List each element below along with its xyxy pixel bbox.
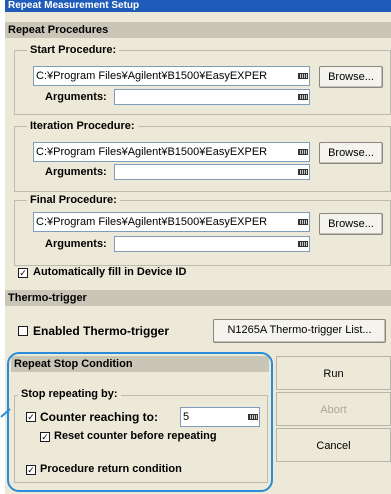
repeat-procedures-header: Repeat Procedures [5, 22, 391, 38]
iteration-procedure-path-input[interactable]: C:¥Program Files¥Agilent¥B1500¥EasyEXPER [33, 142, 310, 162]
final-arguments-label: Arguments: [45, 238, 107, 250]
start-arguments-label: Arguments: [45, 91, 107, 103]
start-procedure-legend: Start Procedure: [27, 44, 120, 56]
cancel-button[interactable]: Cancel [276, 428, 391, 462]
thermo-enabled-label: Enabled Thermo-trigger [33, 324, 170, 338]
final-browse-button[interactable]: Browse... [319, 213, 383, 235]
iteration-procedure-legend: Iteration Procedure: [27, 120, 138, 132]
pointer-arrow-icon [0, 408, 11, 418]
autofill-label: Automatically fill in Device ID [33, 266, 187, 278]
final-procedure-path-input[interactable]: C:¥Program Files¥Agilent¥B1500¥EasyEXPER [33, 212, 310, 232]
final-arguments-input[interactable] [114, 236, 310, 252]
thermo-trigger-header: Thermo-trigger [5, 290, 391, 306]
iteration-browse-button[interactable]: Browse... [319, 142, 383, 164]
iteration-arguments-input[interactable] [114, 164, 310, 180]
keyboard-icon[interactable] [297, 145, 309, 159]
highlight-outline [7, 352, 273, 492]
thermo-enabled-checkbox[interactable] [18, 326, 28, 336]
keyboard-icon[interactable] [297, 90, 309, 104]
thermo-trigger-list-button[interactable]: N1265A Thermo-trigger List... [213, 319, 386, 343]
start-browse-button[interactable]: Browse... [319, 66, 383, 88]
final-procedure-legend: Final Procedure: [27, 194, 120, 206]
start-procedure-path-input[interactable]: C:¥Program Files¥Agilent¥B1500¥EasyEXPER [33, 66, 310, 86]
start-arguments-input[interactable] [114, 89, 310, 105]
run-button[interactable]: Run [276, 356, 391, 390]
keyboard-icon[interactable] [297, 165, 309, 179]
window-title: Repeat Measurement Setup [5, 0, 391, 12]
keyboard-icon[interactable] [297, 69, 309, 83]
autofill-checkbox[interactable]: ✓ [18, 268, 28, 278]
abort-button[interactable]: Abort [276, 392, 391, 426]
keyboard-icon[interactable] [297, 237, 309, 251]
iteration-arguments-label: Arguments: [45, 166, 107, 178]
keyboard-icon[interactable] [297, 215, 309, 229]
